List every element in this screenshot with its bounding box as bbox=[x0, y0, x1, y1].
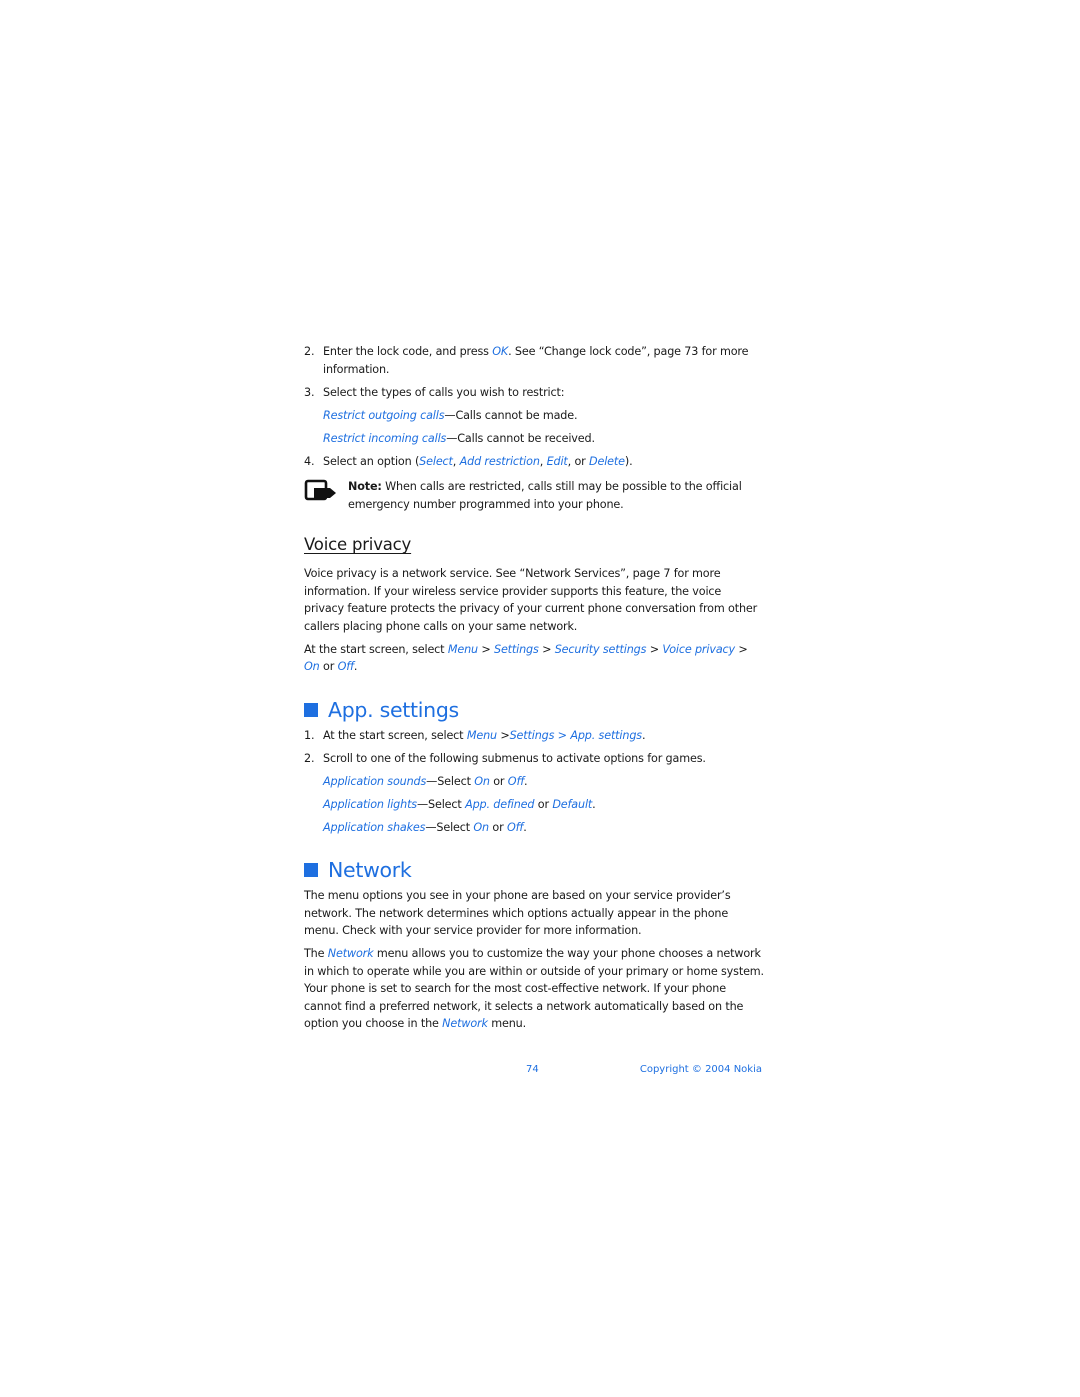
ok-link: OK bbox=[492, 345, 509, 358]
app-option-lights: Application lights—Select App. defined o… bbox=[323, 797, 596, 811]
page-footer: 74 Copyright © 2004 Nokia bbox=[526, 1064, 762, 1075]
app-settings-step-2: 2. Scroll to one of the following submen… bbox=[304, 750, 764, 768]
network-para-2: The Network menu allows you to customize… bbox=[304, 947, 764, 1030]
network-heading: Network bbox=[304, 858, 764, 882]
step-number: 2. bbox=[304, 751, 315, 765]
step-select-call-types: 3. Select the types of calls you wish to… bbox=[304, 384, 764, 402]
page-number: 74 bbox=[526, 1064, 539, 1075]
copyright: Copyright © 2004 Nokia bbox=[639, 1064, 762, 1075]
restrict-option-outgoing: Restrict outgoing calls—Calls cannot be … bbox=[323, 408, 578, 422]
voice-privacy-heading: Voice privacy bbox=[304, 535, 412, 554]
app-option-sounds: Application sounds—Select On or Off. bbox=[323, 774, 528, 788]
app-option-shakes: Application shakes—Select On or Off. bbox=[323, 820, 527, 834]
step-enter-lock-code: 2. Enter the lock code, and press OK. Se… bbox=[304, 345, 749, 376]
app-settings-step-1: 1. At the start screen, select Menu >Set… bbox=[304, 727, 764, 745]
step-number: 3. bbox=[304, 385, 315, 399]
step-number: 1. bbox=[304, 728, 315, 742]
app-settings-heading: App. settings bbox=[304, 698, 764, 722]
note-label: Note: bbox=[348, 480, 382, 493]
section-square-icon bbox=[304, 863, 318, 877]
note-text: When calls are restricted, calls still m… bbox=[348, 480, 742, 511]
section-square-icon bbox=[304, 702, 318, 717]
step-select-option: 4. Select an option (Select, Add restric… bbox=[304, 453, 764, 471]
note-hand-icon bbox=[304, 479, 336, 501]
network-para-1: The menu options you see in your phone a… bbox=[304, 889, 731, 937]
document-page: 2. Enter the lock code, and press OK. Se… bbox=[304, 343, 764, 1038]
step-number: 2. bbox=[304, 345, 315, 358]
voice-privacy-body: Voice privacy is a network service. See … bbox=[304, 567, 758, 633]
note-block: Note: When calls are restricted, calls s… bbox=[304, 478, 764, 513]
restrict-option-incoming: Restrict incoming calls—Calls cannot be … bbox=[323, 431, 595, 445]
voice-privacy-path: At the start screen, select Menu > Setti… bbox=[304, 642, 748, 674]
step-number: 4. bbox=[304, 454, 315, 468]
